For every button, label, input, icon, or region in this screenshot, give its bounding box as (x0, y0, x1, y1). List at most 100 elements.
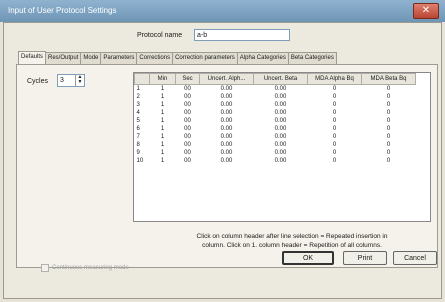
col-header-sec[interactable]: Sec (175, 73, 200, 85)
cell-uncert-beta[interactable]: 0.00 (254, 85, 308, 94)
cell-mda-beta[interactable]: 0 (362, 149, 416, 157)
cell-min[interactable]: 1 (150, 157, 176, 165)
row-number: 2 (136, 94, 140, 100)
table-row[interactable]: 10 1 00 0.00 0.00 0 0 (135, 157, 416, 165)
ok-button[interactable]: OK (282, 251, 334, 265)
cycles-label: Cycles (27, 78, 49, 85)
cell-mda-alpha[interactable]: 0 (308, 149, 362, 157)
cell-sec[interactable]: 00 (176, 133, 200, 141)
cell-uncert-beta[interactable]: 0.00 (254, 101, 308, 109)
table-row[interactable]: 2 1 00 0.00 0.00 0 0 (135, 93, 416, 101)
cell-mda-alpha[interactable]: 0 (308, 125, 362, 133)
cell-sec[interactable]: 00 (176, 93, 200, 101)
cell-uncert-alpha[interactable]: 0.00 (200, 125, 254, 133)
cell-min[interactable]: 1 (150, 133, 176, 141)
cell-sec[interactable]: 00 (176, 117, 200, 125)
cell-mda-alpha[interactable]: 0 (308, 133, 362, 141)
cell-min[interactable]: 1 (150, 141, 176, 149)
table-row[interactable]: 5 1 00 0.00 0.00 0 0 (135, 117, 416, 125)
col-header-uncert-alpha[interactable]: Uncert. Alph... (199, 73, 254, 85)
close-button[interactable]: ✕ (413, 3, 439, 19)
cell-uncert-beta[interactable]: 0.00 (254, 109, 308, 117)
tab-mode[interactable]: Mode (80, 52, 102, 64)
cell-mda-beta[interactable]: 0 (362, 157, 416, 165)
cell-mda-beta[interactable]: 0 (362, 117, 416, 125)
cell-sec[interactable]: 00 (176, 149, 200, 157)
continuous-mode-label: Continuous measuring mode (52, 265, 129, 271)
cell-mda-alpha[interactable]: 0 (308, 85, 362, 94)
row-number: 5 (136, 118, 140, 124)
col-header-min[interactable]: Min (149, 73, 176, 85)
cell-uncert-alpha[interactable]: 0.00 (200, 93, 254, 101)
tab-parameters[interactable]: Parameters (100, 52, 138, 64)
cell-min[interactable]: 1 (150, 117, 176, 125)
cell-uncert-beta[interactable]: 0.00 (254, 149, 308, 157)
protocol-name-label: Protocol name (137, 32, 183, 39)
tab-corrections[interactable]: Corrections (136, 52, 174, 64)
cell-sec[interactable]: 00 (176, 85, 200, 94)
cell-sec[interactable]: 00 (176, 141, 200, 149)
cell-uncert-beta[interactable]: 0.00 (254, 93, 308, 101)
cell-mda-beta[interactable]: 0 (362, 101, 416, 109)
col-header-index[interactable] (134, 73, 150, 85)
cell-mda-beta[interactable]: 0 (362, 85, 416, 94)
dialog-body: Protocol name a-b Defaults Res/Output Mode… (3, 22, 442, 299)
print-button[interactable]: Print (343, 251, 387, 265)
cell-mda-alpha[interactable]: 0 (308, 141, 362, 149)
cell-mda-beta[interactable]: 0 (362, 109, 416, 117)
protocol-name-input[interactable]: a-b (194, 29, 290, 41)
cell-mda-beta[interactable]: 0 (362, 93, 416, 101)
cell-uncert-beta[interactable]: 0.00 (254, 141, 308, 149)
cell-uncert-beta[interactable]: 0.00 (254, 133, 308, 141)
col-header-uncert-beta[interactable]: Uncert. Beta (253, 73, 308, 85)
cell-uncert-alpha[interactable]: 0.00 (200, 157, 254, 165)
cell-min[interactable]: 1 (150, 149, 176, 157)
cycles-spinner[interactable]: 3 ▲ ▼ (57, 74, 85, 87)
table-row[interactable]: 3 1 00 0.00 0.00 0 0 (135, 101, 416, 109)
cell-mda-beta[interactable]: 0 (362, 141, 416, 149)
cell-min[interactable]: 1 (150, 85, 176, 94)
cell-uncert-beta[interactable]: 0.00 (254, 125, 308, 133)
cell-mda-alpha[interactable]: 0 (308, 117, 362, 125)
table-row[interactable]: 9 1 00 0.00 0.00 0 0 (135, 149, 416, 157)
row-number: 10 (136, 158, 144, 164)
settings-grid[interactable]: Min Sec Uncert. Alph... Uncert. Beta MDA… (133, 72, 431, 222)
cell-min[interactable]: 1 (150, 109, 176, 117)
cell-uncert-alpha[interactable]: 0.00 (200, 117, 254, 125)
table-row[interactable]: 4 1 00 0.00 0.00 0 0 (135, 109, 416, 117)
col-header-mda-beta[interactable]: MDA Beta Bq (361, 73, 416, 85)
cell-sec[interactable]: 00 (176, 109, 200, 117)
cell-min[interactable]: 1 (150, 93, 176, 101)
cell-min[interactable]: 1 (150, 125, 176, 133)
cell-uncert-alpha[interactable]: 0.00 (200, 85, 254, 94)
cell-sec[interactable]: 00 (176, 101, 200, 109)
cell-uncert-beta[interactable]: 0.00 (254, 157, 308, 165)
cell-sec[interactable]: 00 (176, 125, 200, 133)
spin-arrows-icon[interactable]: ▲ ▼ (75, 75, 84, 86)
cell-uncert-alpha[interactable]: 0.00 (200, 133, 254, 141)
cell-uncert-alpha[interactable]: 0.00 (200, 101, 254, 109)
cell-min[interactable]: 1 (150, 101, 176, 109)
cell-uncert-beta[interactable]: 0.00 (254, 117, 308, 125)
tab-correction-parameters[interactable]: Correction parameters (172, 52, 238, 64)
cancel-button[interactable]: Cancel (393, 251, 437, 265)
table-row[interactable]: 7 1 00 0.00 0.00 0 0 (135, 133, 416, 141)
cell-mda-alpha[interactable]: 0 (308, 101, 362, 109)
cell-mda-alpha[interactable]: 0 (308, 109, 362, 117)
col-header-mda-alpha[interactable]: MDA Alpha Bq (307, 73, 362, 85)
tab-beta-categories[interactable]: Beta Categories (287, 52, 337, 64)
cell-mda-alpha[interactable]: 0 (308, 93, 362, 101)
cell-sec[interactable]: 00 (176, 157, 200, 165)
tab-alpha-categories[interactable]: Alpha Categories (236, 52, 289, 64)
cell-uncert-alpha[interactable]: 0.00 (200, 141, 254, 149)
cell-mda-beta[interactable]: 0 (362, 133, 416, 141)
tab-res-output[interactable]: Res/Output (45, 52, 82, 64)
cell-uncert-alpha[interactable]: 0.00 (200, 149, 254, 157)
cell-uncert-alpha[interactable]: 0.00 (200, 109, 254, 117)
cell-mda-beta[interactable]: 0 (362, 125, 416, 133)
table-row[interactable]: 6 1 00 0.00 0.00 0 0 (135, 125, 416, 133)
table-row[interactable]: 1 1 00 0.00 0.00 0 0 (135, 85, 416, 94)
cell-mda-alpha[interactable]: 0 (308, 157, 362, 165)
table-row[interactable]: 8 1 00 0.00 0.00 0 0 (135, 141, 416, 149)
tab-defaults[interactable]: Defaults (18, 51, 47, 64)
